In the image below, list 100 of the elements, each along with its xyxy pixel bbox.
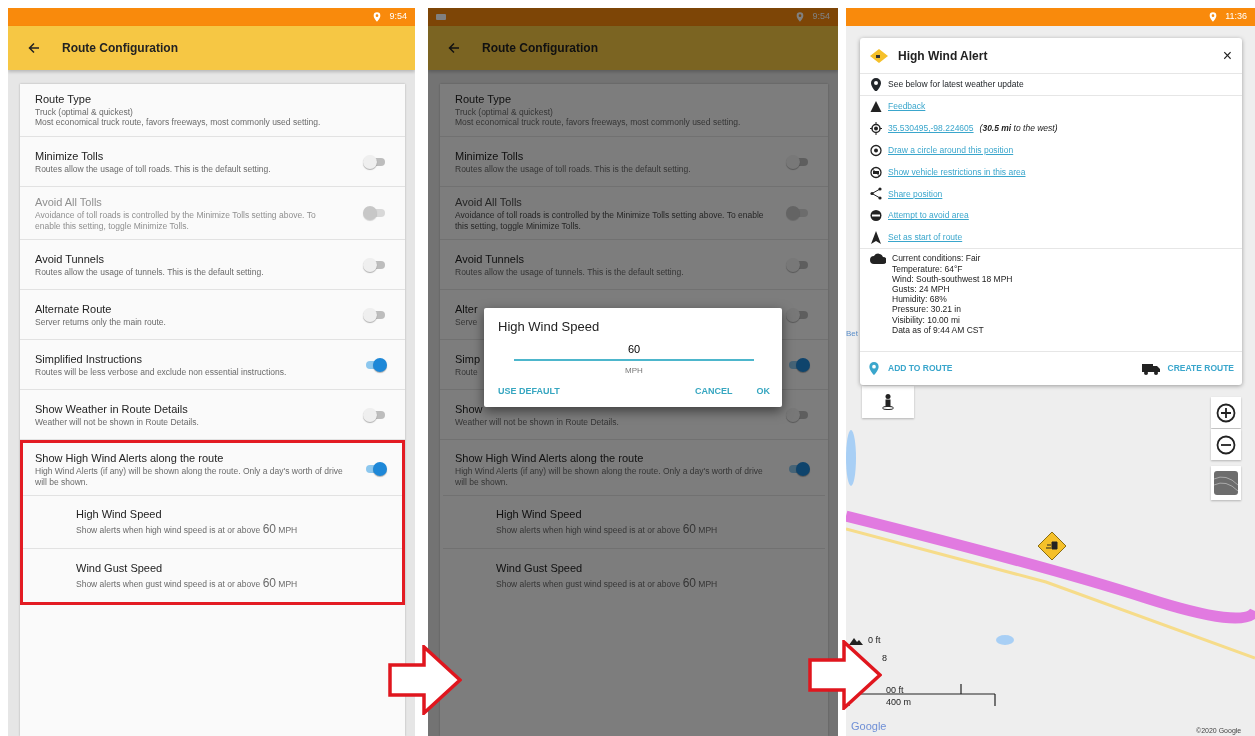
- setting-title: High Wind Speed: [76, 507, 162, 523]
- cloud-icon: [870, 253, 886, 265]
- setting-description: Show alerts when gust wind speed is at or above 60 MPH: [76, 575, 298, 591]
- truck-icon: [1141, 362, 1160, 375]
- location-icon: [796, 12, 805, 22]
- setting-description: Avoidance of toll roads is controlled by the Minimize Tolls setting above. To enable this setting, toggle Minimize Tolls.: [455, 209, 765, 232]
- toggle-switch[interactable]: [786, 407, 810, 422]
- action-link[interactable]: Set as start of route: [888, 231, 963, 244]
- action-link[interactable]: Attempt to avoid area: [888, 209, 969, 223]
- toggle-switch[interactable]: [363, 407, 387, 422]
- toggle-switch[interactable]: [363, 307, 387, 322]
- dialog-button[interactable]: USE DEFAULT: [498, 385, 560, 399]
- setting-title: Wind Gust Speed: [76, 560, 163, 576]
- toggle-switch[interactable]: [363, 257, 387, 272]
- action-button[interactable]: CREATE ROUTE: [1141, 362, 1234, 375]
- scale-label: 400 m: [886, 696, 911, 709]
- distance-note: (30.5 mi to the west): [979, 122, 1058, 135]
- setting-title: Avoid Tunnels: [455, 251, 524, 267]
- weather-line: Temperature: 64°F: [892, 263, 964, 274]
- zoom-out-button[interactable]: [1211, 429, 1241, 460]
- coordinates-link[interactable]: 35.530495,-98.224605: [888, 122, 974, 135]
- setting-description: Server returns only the main route.: [35, 316, 166, 328]
- share-icon: [870, 187, 882, 201]
- status-time: 9:54: [812, 10, 830, 24]
- map-logo: Google: [851, 719, 887, 734]
- setting-title: Route Type: [35, 92, 92, 107]
- setting-title: Show High Wind Alerts along the route: [35, 451, 224, 467]
- setting-title: Minimize Tolls: [455, 148, 524, 164]
- action-link[interactable]: Feedback: [888, 100, 926, 114]
- navigation-arrow-icon: [870, 230, 882, 244]
- setting-title: Show: [455, 401, 483, 417]
- toggle-switch[interactable]: [363, 154, 387, 169]
- zoom-in-button[interactable]: [1211, 397, 1241, 428]
- screen-title: Route Configuration: [62, 40, 178, 57]
- setting-description: Most economical truck route, favors freeways, most commonly used setting.: [35, 117, 321, 129]
- plus-icon: [1216, 402, 1236, 423]
- no-entry-icon: [870, 209, 882, 223]
- setting-description: Show alerts when gust wind speed is at or above 60 MPH: [496, 575, 718, 591]
- setting-description: Routes allow the usage of toll roads. This is the default setting.: [455, 163, 691, 175]
- location-pin-icon: [870, 77, 882, 91]
- minus-icon: [1216, 434, 1236, 455]
- weather-line: Pressure: 30.21 in: [892, 304, 962, 315]
- back-arrow-icon[interactable]: [28, 42, 40, 54]
- action-button[interactable]: ADD TO ROUTE: [868, 362, 953, 375]
- setting-description: Show alerts when high wind speed is at or above 60 MPH: [76, 522, 298, 538]
- setting-title: Wind Gust Speed: [496, 560, 583, 576]
- action-link[interactable]: Share position: [888, 187, 943, 201]
- screen-title: Route Configuration: [482, 40, 598, 57]
- location-icon: [1209, 12, 1218, 22]
- no-car-icon: [870, 165, 882, 179]
- setting-title: Minimize Tolls: [35, 148, 104, 164]
- setting-title: Show Weather in Route Details: [35, 401, 188, 417]
- setting-description: Routes allow the usage of tunnels. This is the default setting.: [455, 266, 684, 278]
- setting-title: Avoid Tunnels: [35, 251, 104, 267]
- unit-label: MPH: [624, 365, 644, 377]
- location-pin-icon: [868, 362, 880, 375]
- speed-input[interactable]: 60: [514, 340, 754, 361]
- setting-description: Weather will not be shown in Route Details.: [35, 416, 199, 428]
- dialog-button[interactable]: CANCEL: [695, 385, 733, 399]
- satellite-thumbnail-icon: [1214, 471, 1238, 495]
- popup-title: High Wind Alert: [898, 47, 989, 65]
- elevation-label: 0 ft: [868, 634, 881, 647]
- toggle-switch[interactable]: [786, 257, 810, 272]
- toggle-switch[interactable]: [786, 154, 810, 169]
- action-link[interactable]: Show vehicle restrictions in this area: [888, 165, 1026, 179]
- weather-line: Data as of 9:44 AM CST: [892, 324, 985, 335]
- map-layers-button[interactable]: [1211, 466, 1241, 500]
- lake: [846, 430, 856, 486]
- weather-line: Humidity: 68%: [892, 294, 948, 305]
- setting-title: Avoid All Tolls: [35, 195, 102, 210]
- dialog-title: High Wind Speed: [498, 318, 601, 336]
- dialog-button[interactable]: OK: [756, 385, 770, 399]
- lake: [996, 635, 1014, 645]
- crosshair-icon: [870, 122, 882, 135]
- warning-icon: [870, 100, 882, 114]
- street-view-button[interactable]: [862, 386, 914, 418]
- close-button[interactable]: ×: [1222, 47, 1232, 64]
- elevation-label: 8: [882, 652, 887, 665]
- weather-line: Wind: South-southwest 18 MPH: [892, 273, 1013, 284]
- setting-title: Route Type: [455, 92, 512, 107]
- setting-description: Routes allow the usage of toll roads. This is the default setting.: [35, 163, 271, 175]
- place-label: Bet: [846, 328, 858, 340]
- setting-description: High Wind Alerts (if any) will be shown along the route. Only a day's worth of drive will be shown.: [455, 466, 764, 488]
- action-link[interactable]: Draw a circle around this position: [888, 143, 1014, 157]
- toggle-switch[interactable]: [786, 307, 810, 322]
- scale-label: 00 ft: [886, 684, 904, 697]
- setting-description: High Wind Alerts (if any) will be shown along the route. Only a day's worth of drive will be shown.: [35, 466, 343, 488]
- setting-title: Simp: [455, 351, 481, 367]
- setting-title: Alternate Route: [35, 301, 112, 317]
- setting-title: Simplified Instructions: [35, 351, 142, 367]
- setting-value: Truck (optimal & quickest): [455, 106, 553, 118]
- mountain-icon: [849, 637, 863, 645]
- status-time: 11:36: [1225, 10, 1247, 24]
- target-icon: [870, 143, 882, 157]
- setting-description: Routes allow the usage of tunnels. This is the default setting.: [35, 266, 264, 278]
- person-icon: [882, 394, 894, 410]
- setting-description: Serve: [455, 316, 478, 328]
- setting-description: Most economical truck route, favors freeways, most commonly used setting.: [455, 117, 741, 129]
- warning-sign-icon: [1037, 531, 1067, 561]
- setting-description: Show alerts when high wind speed is at or above 60 MPH: [496, 522, 718, 538]
